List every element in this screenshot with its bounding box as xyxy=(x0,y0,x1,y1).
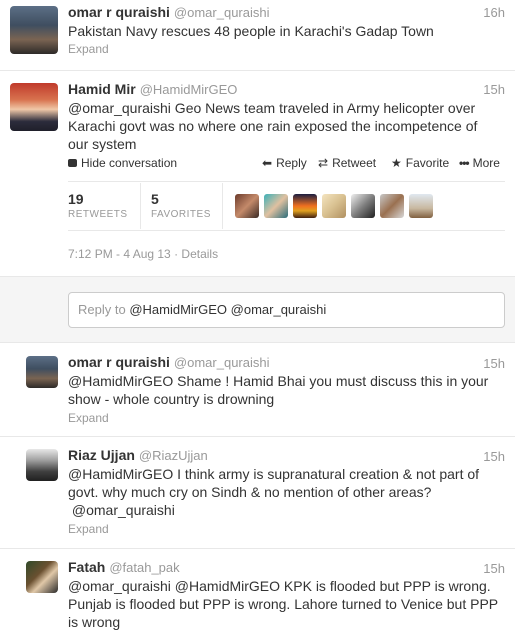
tweet-author[interactable]: Riaz Ujjan @RiazUjjan xyxy=(68,447,208,463)
more-label: More xyxy=(472,156,500,170)
retweeter-avatar[interactable] xyxy=(264,194,288,218)
tweet-time[interactable]: 16h xyxy=(483,5,505,20)
timestamp-details[interactable]: 7:12 PM - 4 Aug 13 · Details xyxy=(68,247,218,261)
reply-arrow-icon: ⬅ xyxy=(262,156,273,170)
divider xyxy=(68,181,505,182)
retweeter-avatar[interactable] xyxy=(409,194,433,218)
favorite-label: Favorite xyxy=(405,156,450,170)
speech-bubble-icon xyxy=(68,159,77,167)
tweet-text-line1: @omar_quraishi Geo News team traveled in… xyxy=(68,100,476,116)
retweet-label: Retweet xyxy=(332,156,377,170)
reply-tweet[interactable]: omar r quraishi @omar_quraishi 15h @Hamid… xyxy=(0,344,515,436)
author-name[interactable]: Fatah xyxy=(68,559,105,575)
retweets-count[interactable]: 19 xyxy=(68,191,84,207)
tweet-time[interactable]: 15h xyxy=(483,449,505,464)
tweet-text: Pakistan Navy rescues 48 people in Karac… xyxy=(68,23,434,39)
favorite-button[interactable]: ★ Favorite xyxy=(391,156,449,170)
tweet-time[interactable]: 15h xyxy=(483,356,505,371)
tweet-text-line3: our system xyxy=(68,136,137,152)
more-button[interactable]: ••• More xyxy=(459,156,500,170)
tweet-author[interactable]: Fatah @fatah_pak xyxy=(68,559,180,575)
avatar[interactable] xyxy=(10,6,58,54)
retweet-button[interactable]: ⇄ Retweet xyxy=(318,156,376,170)
tweet-author[interactable]: omar r quraishi @omar_quraishi xyxy=(68,354,270,370)
retweeter-avatar[interactable] xyxy=(322,194,346,218)
hide-conversation-button[interactable]: Hide conversation xyxy=(68,156,177,170)
retweeter-avatar[interactable] xyxy=(293,194,317,218)
reply-mentions: @HamidMirGEO @omar_quraishi xyxy=(129,302,327,317)
tweet-text-line2: govt. why much cry on Sindh & no mention… xyxy=(68,484,432,500)
favorites-label[interactable]: FAVORITES xyxy=(151,209,211,220)
tweet-omar-navy[interactable]: omar r quraishi @omar_quraishi 16h Pakist… xyxy=(0,0,515,70)
tweet-text-line3: is wrong xyxy=(68,614,121,630)
avatar[interactable] xyxy=(26,356,58,388)
author-handle[interactable]: @fatah_pak xyxy=(109,560,179,575)
reply-input[interactable]: Reply to @HamidMirGEO @omar_quraishi xyxy=(68,292,505,328)
tweet-time[interactable]: 15h xyxy=(483,82,505,97)
star-icon: ★ xyxy=(391,156,402,170)
reply-button[interactable]: ⬅ Reply xyxy=(262,156,307,170)
hide-conversation-label: Hide conversation xyxy=(81,156,178,170)
reply-prefix: Reply to xyxy=(78,302,126,317)
reply-tweet[interactable]: Fatah @fatah_pak 15h @omar_quraishi @Hami… xyxy=(0,549,515,630)
expand-link[interactable]: Expand xyxy=(68,522,109,536)
stat-divider xyxy=(222,183,223,229)
tweet-text-line1: @HamidMirGEO I think army is supranatura… xyxy=(68,466,480,482)
retweets-label[interactable]: RETWEETS xyxy=(68,209,128,220)
favorites-count[interactable]: 5 xyxy=(151,191,159,207)
tweet-hamid-expanded: Hamid Mir @HamidMirGEO 15h @omar_quraishi… xyxy=(0,71,515,276)
tweet-text-line3: @omar_quraishi xyxy=(68,502,175,518)
tweet-text-line1: @HamidMirGEO Shame ! Hamid Bhai you must… xyxy=(68,373,489,389)
retweeter-avatar[interactable] xyxy=(351,194,375,218)
tweet-author[interactable]: Hamid Mir @HamidMirGEO xyxy=(68,81,237,97)
reply-tweet[interactable]: Riaz Ujjan @RiazUjjan 15h @HamidMirGEO I … xyxy=(0,437,515,548)
tweet-text-line2: Karachi govt was no where one rain expos… xyxy=(68,118,478,134)
author-handle[interactable]: @omar_quraishi xyxy=(174,5,270,20)
retweeter-avatar[interactable] xyxy=(380,194,404,218)
author-handle[interactable]: @omar_quraishi xyxy=(174,355,270,370)
avatar[interactable] xyxy=(26,561,58,593)
expand-link[interactable]: Expand xyxy=(68,42,109,56)
reply-box-area: Reply to @HamidMirGEO @omar_quraishi xyxy=(0,276,515,343)
author-handle[interactable]: @HamidMirGEO xyxy=(140,82,238,97)
divider xyxy=(68,230,505,231)
author-name[interactable]: Hamid Mir xyxy=(68,81,136,97)
retweet-icon: ⇄ xyxy=(318,156,329,170)
reply-label: Reply xyxy=(276,156,307,170)
tweet-text-line2: Punjab is flooded but PPP is wrong. Laho… xyxy=(68,596,499,612)
tweet-text-line2: show - whole country is drowning xyxy=(68,391,275,407)
tweet-time[interactable]: 15h xyxy=(483,561,505,576)
avatar[interactable] xyxy=(10,83,58,131)
more-dots-icon: ••• xyxy=(459,156,470,170)
author-name[interactable]: Riaz Ujjan xyxy=(68,447,135,463)
author-handle[interactable]: @RiazUjjan xyxy=(139,448,208,463)
tweet-author[interactable]: omar r quraishi @omar_quraishi xyxy=(68,4,270,20)
retweeter-avatar[interactable] xyxy=(235,194,259,218)
tweet-text-line1: @omar_quraishi @HamidMirGEO KPK is flood… xyxy=(68,578,491,594)
author-name[interactable]: omar r quraishi xyxy=(68,354,170,370)
expand-link[interactable]: Expand xyxy=(68,411,109,425)
author-name[interactable]: omar r quraishi xyxy=(68,4,170,20)
avatar[interactable] xyxy=(26,449,58,481)
stat-divider xyxy=(140,183,141,229)
